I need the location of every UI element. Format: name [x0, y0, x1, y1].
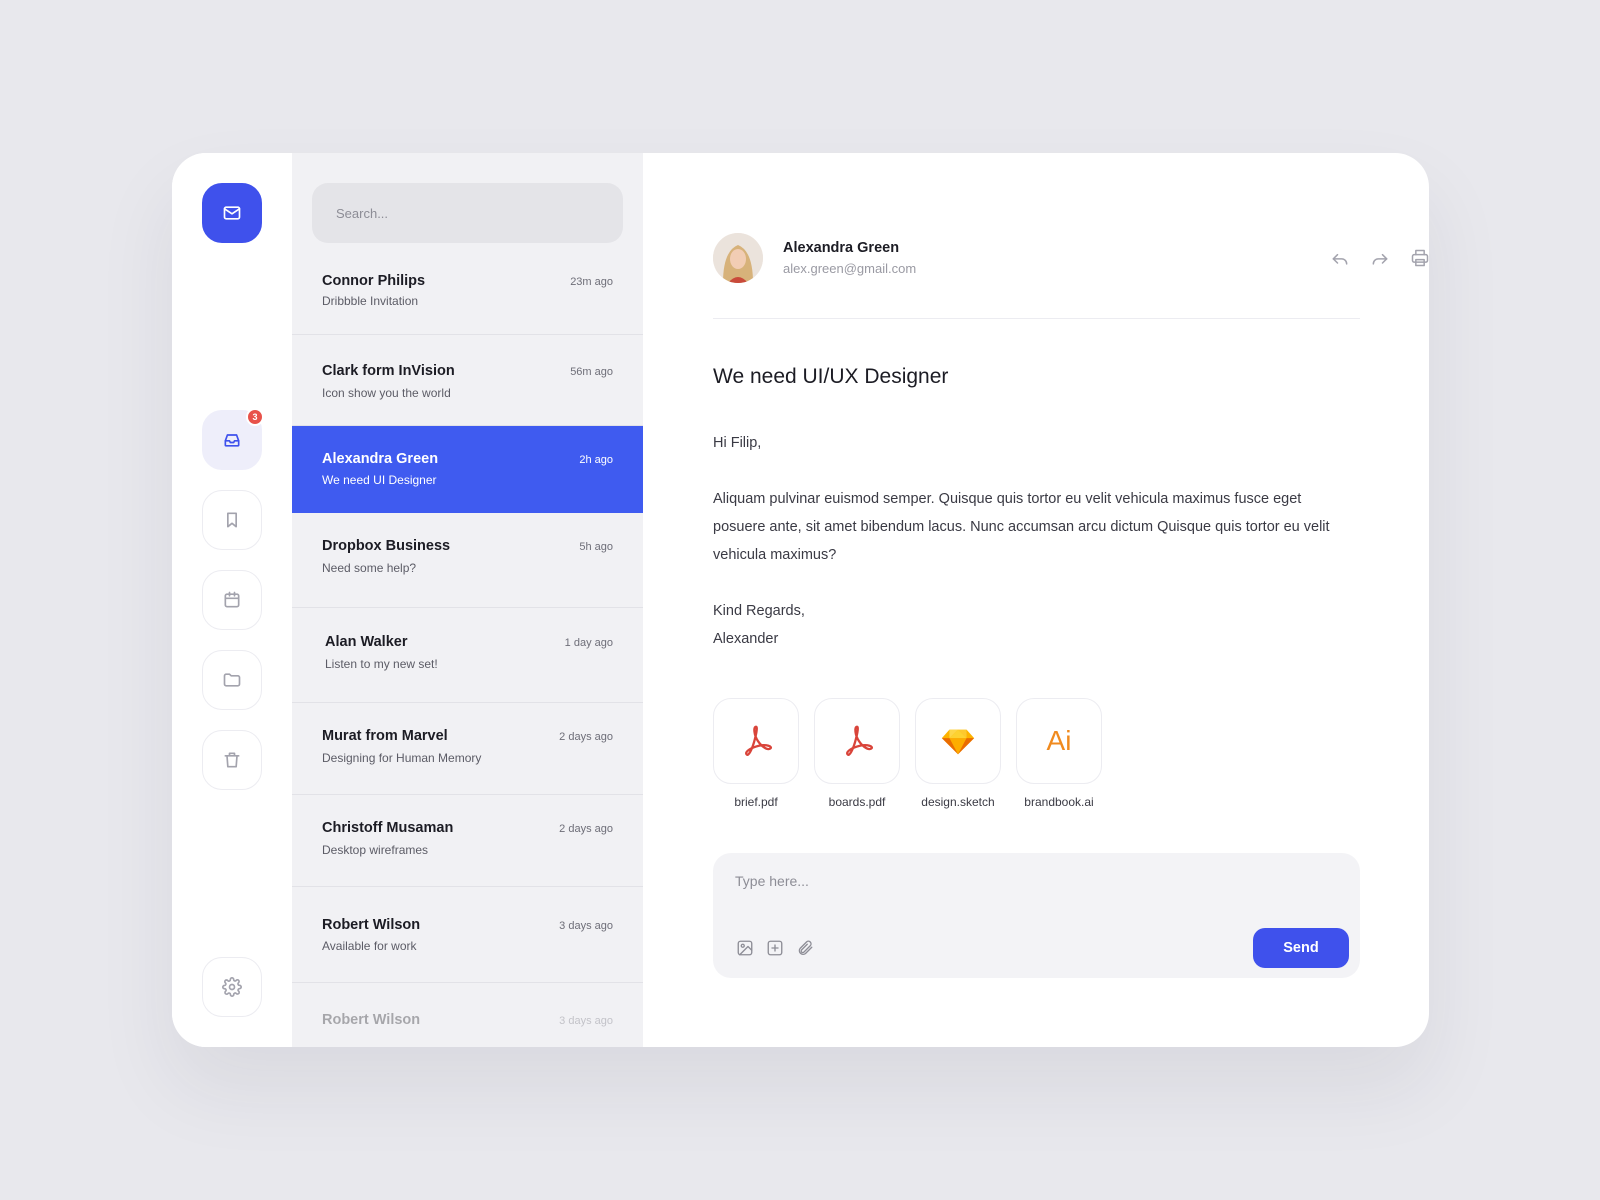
unread-badge: 3 [246, 408, 264, 426]
inbox-icon [224, 434, 240, 447]
message-body: Aliquam pulvinar euismod semper. Quisque… [713, 491, 1330, 563]
timestamp: 3 days ago [559, 920, 613, 932]
message-subject: Designing for Human Memory [322, 751, 482, 765]
attachment-label: brief.pdf [734, 795, 778, 809]
print-icon [1411, 249, 1429, 267]
calendar-icon [224, 591, 240, 608]
paperclip-icon [798, 940, 813, 955]
attachment-label: boards.pdf [828, 795, 886, 809]
attachment[interactable]: brief.pdf [713, 698, 799, 809]
attachment-label: design.sketch [921, 795, 995, 809]
message-reader: Alexandra Green alex.green@gmail.com We … [643, 153, 1429, 1047]
list-item[interactable]: Dropbox Business 5h ago Need some help? [292, 513, 643, 608]
trash-icon [224, 752, 240, 768]
send-button[interactable]: Send [1253, 928, 1349, 968]
search-input[interactable] [312, 183, 623, 243]
image-icon [737, 940, 753, 956]
reply-icon [1332, 253, 1348, 265]
message-subject: Available for work [322, 939, 417, 953]
timestamp: 2h ago [579, 454, 613, 466]
message-subject: Need some help? [322, 561, 417, 575]
avatar-image [713, 233, 763, 283]
sender-name: Dropbox Business [322, 538, 451, 554]
timestamp: 1 day ago [564, 637, 613, 649]
message-subject: Desktop wireframes [322, 843, 429, 857]
nav-rail: 3 [172, 153, 292, 1047]
attachment-tile[interactable]: Ai [1016, 698, 1102, 784]
reply-composer: Send [713, 853, 1360, 978]
message-signoff: Kind Regards, [713, 603, 805, 619]
message-subject: We need UI Designer [322, 473, 437, 487]
sender-name: Murat from Marvel [322, 728, 448, 744]
reply-button[interactable] [1329, 247, 1351, 269]
forward-button[interactable] [1369, 247, 1391, 269]
sender-name: Alexandra Green [783, 240, 900, 256]
attachment-tile[interactable] [814, 698, 900, 784]
attachment[interactable]: design.sketch [915, 698, 1001, 809]
avatar [713, 233, 763, 283]
attachment[interactable]: boards.pdf [814, 698, 900, 809]
forward-icon [1372, 253, 1388, 265]
insert-image-button[interactable] [735, 938, 755, 958]
sender-name: Connor Philips [322, 273, 426, 289]
timestamp: 23m ago [570, 276, 613, 288]
sender-name: Alan Walker [325, 634, 408, 650]
pdf-icon [846, 725, 874, 757]
message-title: We need UI/UX Designer [713, 365, 949, 388]
list-item[interactable]: Christoff Musaman 2 days ago Desktop wir… [292, 795, 643, 887]
message-greeting: Hi Filip, [713, 435, 762, 451]
message-signature: Alexander [713, 631, 779, 647]
list-item[interactable]: Robert Wilson 3 days ago Available for w… [292, 887, 643, 983]
timestamp: 2 days ago [559, 823, 613, 835]
add-icon [767, 940, 783, 956]
sender-name: Clark form InVision [322, 363, 455, 379]
sender-name: Robert Wilson [322, 1012, 421, 1028]
timestamp: 3 days ago [559, 1015, 613, 1027]
list-item[interactable]: Murat from Marvel 2 days ago Designing f… [292, 703, 643, 795]
timestamp: 56m ago [570, 366, 613, 378]
list-item[interactable]: Connor Philips 23m ago Dribbble Invitati… [292, 243, 643, 335]
list-item[interactable]: Clark form InVision 56m ago Icon show yo… [292, 335, 643, 426]
header-divider [713, 318, 1360, 319]
folder-icon [223, 673, 241, 687]
attachment[interactable]: Ai brandbook.ai [1016, 698, 1102, 809]
list-item[interactable]: Robert Wilson 3 days ago [292, 983, 643, 1047]
sketch-icon [941, 729, 975, 755]
mail-icon [223, 206, 241, 220]
add-button[interactable] [765, 938, 785, 958]
attachment-tile[interactable] [915, 698, 1001, 784]
list-item-selected[interactable]: Alexandra Green 2h ago We need UI Design… [292, 426, 643, 513]
attachment-label: brandbook.ai [1024, 795, 1094, 809]
print-button[interactable] [1409, 247, 1429, 269]
settings-icon [222, 977, 242, 997]
mail-app: 3 Connor Philips 23m ago Dribbble Invita… [172, 153, 1429, 1047]
folder-button[interactable] [202, 650, 262, 710]
message-subject: Icon show you the world [322, 386, 451, 400]
list-item[interactable]: Alan Walker 1 day ago Listen to my new s… [292, 608, 643, 703]
inbox-button[interactable]: 3 [202, 408, 264, 470]
trash-button[interactable] [202, 730, 262, 790]
timestamp: 5h ago [579, 541, 613, 553]
timestamp: 2 days ago [559, 731, 613, 743]
sender-email: alex.green@gmail.com [783, 261, 917, 276]
reply-input[interactable] [735, 873, 1335, 913]
message-subject: Listen to my new set! [325, 657, 438, 671]
message-subject: Dribbble Invitation [322, 294, 419, 308]
calendar-button[interactable] [202, 570, 262, 630]
pdf-icon [745, 725, 773, 757]
sender-name: Alexandra Green [322, 451, 439, 467]
attachment-tile[interactable] [713, 698, 799, 784]
illustrator-icon: Ai [1046, 725, 1072, 756]
settings-button[interactable] [202, 957, 262, 1017]
sender-name: Robert Wilson [322, 917, 421, 933]
attach-button[interactable] [795, 938, 815, 958]
mail-button[interactable] [202, 183, 262, 243]
message-list: Connor Philips 23m ago Dribbble Invitati… [292, 153, 643, 1047]
sender-name: Christoff Musaman [322, 820, 454, 836]
bookmarks-button[interactable] [202, 490, 262, 550]
bookmark-icon [227, 512, 237, 528]
